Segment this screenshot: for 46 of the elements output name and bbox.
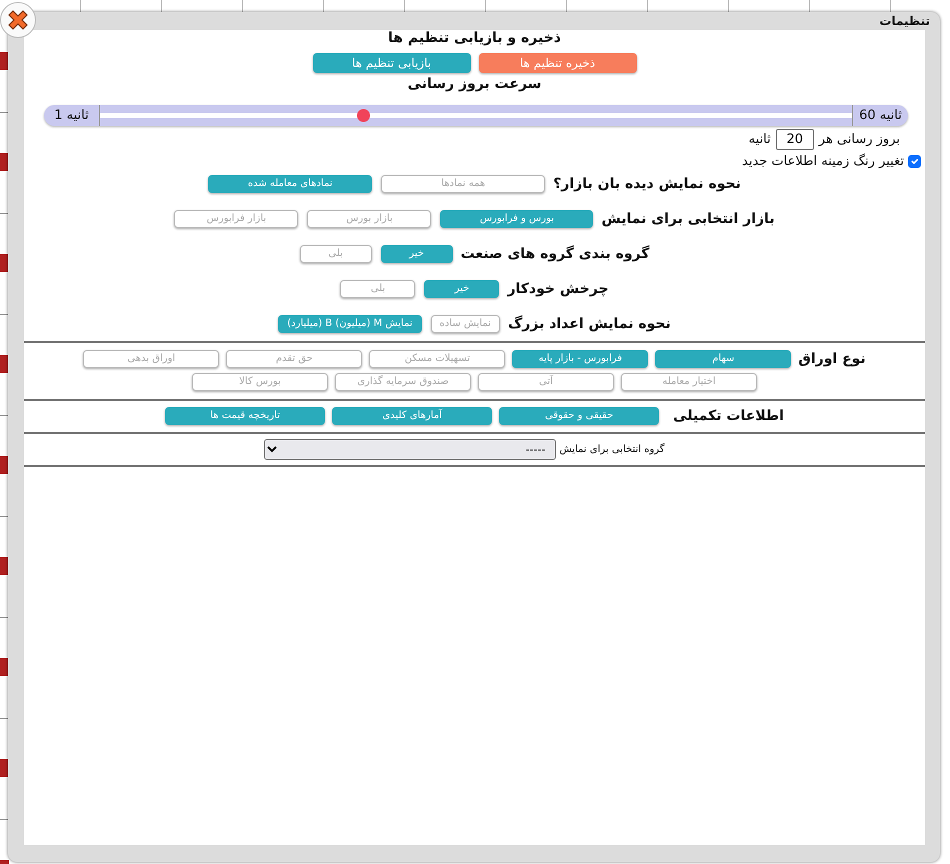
option-button[interactable]: بلی <box>300 244 372 262</box>
option-button[interactable]: خیر <box>380 244 453 262</box>
security-type-toggle[interactable]: حق تقدم <box>226 350 362 368</box>
setting-label: نحوه نمایش اعداد بزرگ <box>508 314 671 332</box>
security-type-toggle[interactable]: فرابورس - بازار پایه <box>512 350 648 368</box>
interval-input[interactable]: 20 <box>776 129 814 150</box>
speed-slider[interactable]: ثانیه 1 ثانیه 60 <box>44 105 908 126</box>
info-button[interactable]: تاریخچه قیمت ها <box>165 407 326 425</box>
option-button[interactable]: بورس و فرابورس <box>440 210 594 228</box>
slider-thumb[interactable] <box>357 109 370 122</box>
group-select[interactable]: ----- <box>264 439 556 460</box>
setting-label: بازار انتخابی برای نمایش <box>601 210 775 228</box>
security-type-toggle[interactable]: اختیار معامله <box>621 373 757 391</box>
close-icon[interactable] <box>0 0 38 40</box>
slider-max-label: ثانیه 60 <box>852 105 908 126</box>
option-button[interactable]: نمادهای معامله شده <box>208 174 372 192</box>
option-button[interactable]: بلی <box>340 280 416 298</box>
security-type-toggle[interactable]: سهام <box>655 350 792 368</box>
highlight-checkbox[interactable] <box>908 155 921 168</box>
select-label: گروه انتخابی برای نمایش <box>559 442 665 457</box>
info-button[interactable]: آمارهای کلیدی <box>332 407 492 425</box>
setting-label: چرخش خودکار <box>507 280 609 298</box>
restore-settings-button[interactable]: بازیابی تنظیم ها <box>312 53 470 73</box>
security-type-toggle[interactable]: اوراق بدهی <box>83 350 220 368</box>
option-button[interactable]: خیر <box>424 280 500 298</box>
checkbox-label: تغییر رنگ زمینه اطلاعات جدید <box>742 152 904 171</box>
save-settings-button[interactable]: ذخیره تنظیم ها <box>478 53 636 73</box>
setting-label: اطلاعات تکمیلی <box>673 407 784 425</box>
option-button[interactable]: همه نمادها <box>381 174 546 192</box>
setting-label: نحوه نمایش دیده بان بازار؟ <box>553 174 741 192</box>
security-type-toggle[interactable]: بورس کالا <box>192 373 328 391</box>
option-button[interactable]: بازار فرابورس <box>174 210 298 228</box>
setting-label: نوع اوراق <box>798 350 866 368</box>
option-button[interactable]: بازار بورس <box>307 210 432 228</box>
info-button[interactable]: حقیقی و حقوقی <box>499 407 660 425</box>
option-button[interactable]: نمایش M (میلیون) B (میلیارد) <box>278 314 422 332</box>
section-heading: سرعت بروز رسانی <box>406 76 542 93</box>
security-type-toggle[interactable]: صندوق سرمایه گذاری <box>335 373 471 391</box>
dialog-title: تنظیمات <box>878 13 930 30</box>
option-button[interactable]: نمایش ساده <box>430 314 500 332</box>
security-type-toggle[interactable]: تسهیلات مسکن <box>369 350 506 368</box>
security-type-toggle[interactable]: آتی <box>478 373 614 391</box>
section-heading: ذخیره و بازیابی تنظیم ها <box>387 30 562 47</box>
interval-unit-text: ثانیه <box>748 130 771 149</box>
interval-prefix-text: بروز رسانی هر <box>818 130 900 149</box>
setting-label: گروه بندی گروه های صنعت <box>460 244 650 262</box>
